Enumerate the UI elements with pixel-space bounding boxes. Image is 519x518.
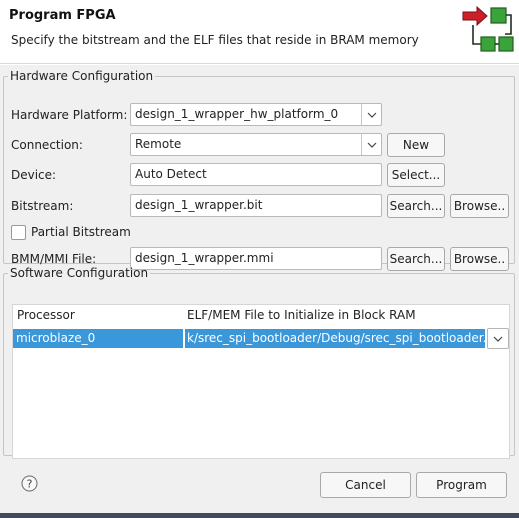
column-header-elf: ELF/MEM File to Initialize in Block RAM — [187, 308, 416, 322]
software-configuration-legend: Software Configuration — [10, 266, 149, 280]
dialog-header: Program FPGA Specify the bitstream and t… — [0, 0, 519, 64]
new-connection-button[interactable]: New — [387, 133, 445, 157]
bmm-mmi-label: BMM/MMI File: — [11, 252, 97, 266]
device-label: Device: — [11, 168, 57, 182]
connection-label: Connection: — [11, 138, 83, 152]
table-row-processor-cell[interactable]: microblaze_0 — [13, 329, 183, 348]
window-bottom-edge — [0, 513, 519, 518]
chevron-down-icon[interactable] — [361, 134, 381, 155]
hardware-configuration-legend: Hardware Configuration — [10, 69, 154, 83]
select-device-button[interactable]: Select... — [387, 163, 445, 187]
connection-value: Remote — [135, 137, 182, 151]
help-icon[interactable]: ? — [21, 475, 38, 492]
hardware-platform-label: Hardware Platform: — [11, 108, 128, 122]
device-field[interactable]: Auto Detect — [130, 163, 382, 186]
chevron-down-icon[interactable] — [361, 104, 381, 125]
svg-text:?: ? — [27, 478, 33, 491]
program-fpga-logo-icon — [462, 5, 514, 52]
hardware-configuration-group: Hardware Configuration Hardware Platform… — [3, 69, 515, 271]
hardware-platform-value: design_1_wrapper_hw_platform_0 — [135, 107, 339, 121]
partial-bitstream-label: Partial Bitstream — [31, 225, 131, 239]
bitstream-search-button[interactable]: Search... — [387, 194, 445, 218]
bitstream-field[interactable]: design_1_wrapper.bit — [130, 194, 382, 217]
dialog-subtitle: Specify the bitstream and the ELF files … — [11, 33, 419, 47]
column-header-processor: Processor — [17, 308, 75, 322]
chevron-down-icon — [493, 336, 503, 342]
dialog-content: Hardware Configuration Hardware Platform… — [0, 65, 519, 518]
bitstream-label: Bitstream: — [11, 199, 74, 213]
dialog-title: Program FPGA — [9, 8, 116, 23]
bitstream-browse-button[interactable]: Browse.. — [450, 194, 509, 218]
connection-select[interactable]: Remote — [130, 133, 382, 156]
hardware-platform-select[interactable]: design_1_wrapper_hw_platform_0 — [130, 103, 382, 126]
elf-mapping-table: Processor ELF/MEM File to Initialize in … — [12, 304, 510, 459]
table-row-elf-cell[interactable]: k/srec_spi_bootloader/Debug/srec_spi_boo… — [185, 329, 485, 348]
software-configuration-group: Software Configuration Processor ELF/MEM… — [3, 266, 515, 459]
elf-dropdown-button[interactable] — [487, 328, 509, 349]
program-button[interactable]: Program — [416, 472, 507, 498]
partial-bitstream-checkbox[interactable] — [11, 225, 26, 240]
cancel-button[interactable]: Cancel — [320, 472, 411, 498]
